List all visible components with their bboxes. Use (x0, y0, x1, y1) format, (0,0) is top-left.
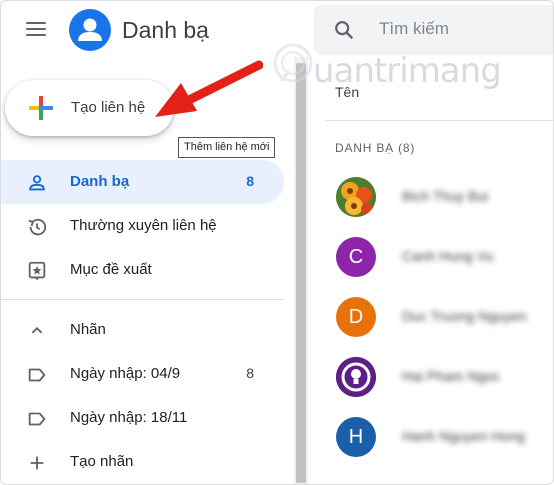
labels-section-toggle[interactable]: Nhãn (1, 308, 284, 352)
create-label-button[interactable]: Tạo nhãn (1, 440, 284, 484)
create-contact-tooltip: Thêm liên hệ mới (178, 137, 276, 158)
sidebar-item-frequent[interactable]: Thường xuyên liên hệ (1, 204, 284, 248)
sidebar-item-label: Danh bạ (70, 173, 130, 190)
avatar (336, 177, 376, 217)
create-label-text: Tạo nhãn (70, 453, 134, 470)
avatar: H (336, 417, 376, 457)
sidebar-item-contacts[interactable]: Danh bạ 8 (1, 160, 284, 204)
label-count: 8 (246, 365, 254, 381)
contacts-logo-icon (69, 9, 111, 51)
label-icon (28, 412, 46, 426)
contact-name: Hai Pham Ngoc (402, 368, 501, 384)
sidebar-divider (1, 299, 284, 300)
contact-row[interactable]: Bich Thuy Bui (325, 171, 553, 227)
sidebar-item-label: Ngày nhập: 04/9 (70, 365, 181, 382)
labels-header: Nhãn (70, 321, 106, 338)
plus-icon (29, 96, 53, 120)
column-header-name[interactable]: Tên (335, 84, 359, 100)
contacts-section-header: DANH BẠ (8) (335, 141, 416, 155)
contact-row[interactable]: C Canh Hung Vu (325, 231, 553, 287)
contact-name: Duc Truong Nguyen (402, 308, 527, 324)
chevron-up-icon (31, 326, 43, 334)
contacts-count: 8 (246, 173, 254, 189)
sidebar-item-label: Thường xuyên liên hệ (70, 217, 217, 234)
plus-icon (30, 456, 44, 470)
label-icon (28, 368, 46, 382)
avatar: C (336, 237, 376, 277)
sidebar-scrollbar-thumb[interactable] (296, 63, 306, 483)
app-title: Danh bạ (122, 17, 209, 43)
contact-name: Bich Thuy Bui (402, 188, 489, 204)
contact-name: Canh Hung Vu (402, 248, 494, 264)
menu-bar (26, 22, 46, 24)
annotation-arrow-icon (155, 60, 263, 117)
sidebar-item-label: Ngày nhập: 18/11 (70, 409, 188, 426)
avatar: D (336, 297, 376, 337)
search-input[interactable]: Tìm kiếm (379, 19, 449, 39)
sidebar-item-label: Mục đề xuất (70, 261, 152, 278)
main-menu-button[interactable] (23, 19, 51, 43)
menu-bar (26, 34, 46, 36)
suggestions-icon (28, 261, 46, 281)
menu-bar (26, 28, 46, 30)
sidebar-item-suggestions[interactable]: Mục đề xuất (1, 248, 284, 292)
sidebar-item-label-1811[interactable]: Ngày nhập: 18/11 (1, 396, 284, 440)
avatar (336, 357, 376, 397)
contacts-window: Danh bạ Tạo liên hệ Danh bạ 8 Thường xuy… (0, 0, 554, 485)
create-contact-label: Tạo liên hệ (71, 99, 146, 116)
list-divider (325, 120, 553, 121)
person-icon (29, 175, 45, 191)
contact-row[interactable]: Hai Pham Ngoc (325, 351, 553, 407)
create-contact-button[interactable]: Tạo liên hệ (5, 80, 174, 136)
search-icon[interactable] (333, 19, 355, 41)
contact-name: Hanh Nguyen Hong (402, 428, 525, 444)
sidebar-item-label-0409[interactable]: Ngày nhập: 04/9 8 (1, 352, 284, 396)
contact-row[interactable]: D Duc Truong Nguyen (325, 291, 553, 347)
contact-row[interactable]: H Hanh Nguyen Hong (325, 411, 553, 467)
history-icon (28, 218, 47, 236)
